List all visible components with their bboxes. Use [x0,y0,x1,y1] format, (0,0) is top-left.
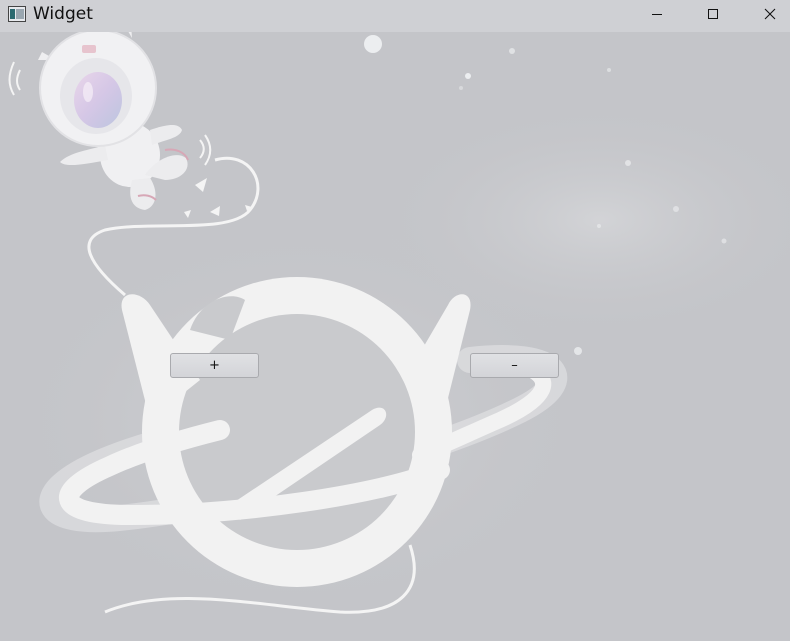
sparkles [184,178,252,218]
maximize-icon [708,9,718,19]
title-bar[interactable]: Widget [0,0,790,32]
minimize-button[interactable] [634,0,680,28]
maximize-button[interactable] [690,0,736,28]
close-button[interactable] [747,0,790,28]
decrease-button[interactable]: – [470,353,559,378]
astronaut-illustration [8,32,212,210]
window-title: Widget [33,4,93,24]
app-window: Widget + – [0,0,790,641]
background-artwork [0,32,790,620]
window-app-icon [8,6,26,22]
minimize-icon [652,14,662,15]
increase-button[interactable]: + [170,353,259,378]
close-icon [764,8,776,20]
